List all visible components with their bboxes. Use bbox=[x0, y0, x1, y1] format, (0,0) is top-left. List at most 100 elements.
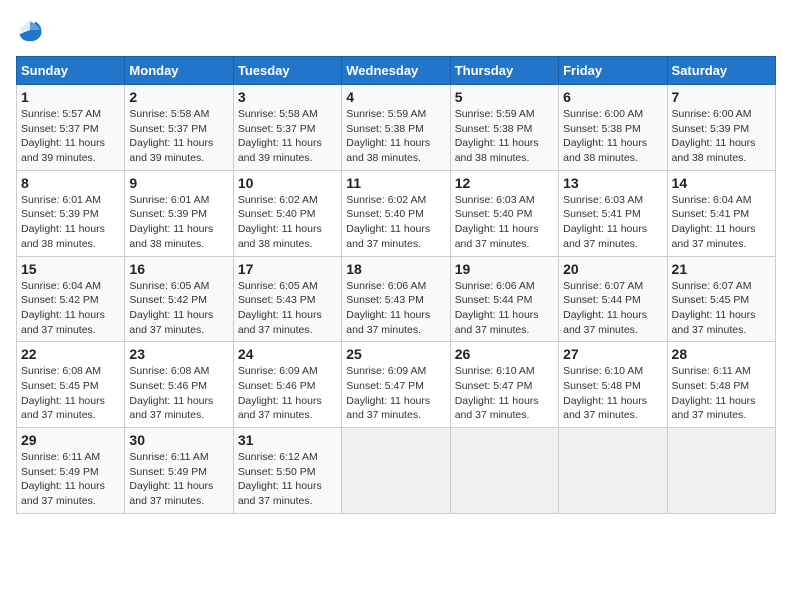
day-info: Sunrise: 6:11 AMSunset: 5:49 PMDaylight:… bbox=[21, 451, 105, 507]
day-info: Sunrise: 5:57 AMSunset: 5:37 PMDaylight:… bbox=[21, 108, 105, 164]
calendar-cell bbox=[342, 428, 450, 514]
calendar-cell: 20 Sunrise: 6:07 AMSunset: 5:44 PMDaylig… bbox=[559, 256, 667, 342]
day-number: 25 bbox=[346, 346, 445, 362]
calendar-cell: 27 Sunrise: 6:10 AMSunset: 5:48 PMDaylig… bbox=[559, 342, 667, 428]
calendar-week-1: 1 Sunrise: 5:57 AMSunset: 5:37 PMDayligh… bbox=[17, 85, 776, 171]
weekday-header-wednesday: Wednesday bbox=[342, 57, 450, 85]
day-number: 6 bbox=[563, 89, 662, 105]
calendar-cell bbox=[559, 428, 667, 514]
weekday-header-sunday: Sunday bbox=[17, 57, 125, 85]
weekday-header-saturday: Saturday bbox=[667, 57, 775, 85]
day-info: Sunrise: 6:00 AMSunset: 5:39 PMDaylight:… bbox=[672, 108, 756, 164]
day-info: Sunrise: 5:58 AMSunset: 5:37 PMDaylight:… bbox=[238, 108, 322, 164]
day-info: Sunrise: 6:07 AMSunset: 5:44 PMDaylight:… bbox=[563, 280, 647, 336]
day-info: Sunrise: 6:11 AMSunset: 5:49 PMDaylight:… bbox=[129, 451, 213, 507]
day-number: 21 bbox=[672, 261, 771, 277]
calendar-week-4: 22 Sunrise: 6:08 AMSunset: 5:45 PMDaylig… bbox=[17, 342, 776, 428]
calendar-cell: 7 Sunrise: 6:00 AMSunset: 5:39 PMDayligh… bbox=[667, 85, 775, 171]
day-number: 5 bbox=[455, 89, 554, 105]
calendar-cell: 9 Sunrise: 6:01 AMSunset: 5:39 PMDayligh… bbox=[125, 170, 233, 256]
day-info: Sunrise: 5:59 AMSunset: 5:38 PMDaylight:… bbox=[455, 108, 539, 164]
day-info: Sunrise: 6:09 AMSunset: 5:47 PMDaylight:… bbox=[346, 365, 430, 421]
weekday-header-monday: Monday bbox=[125, 57, 233, 85]
day-number: 14 bbox=[672, 175, 771, 191]
calendar-cell: 1 Sunrise: 5:57 AMSunset: 5:37 PMDayligh… bbox=[17, 85, 125, 171]
calendar-cell: 25 Sunrise: 6:09 AMSunset: 5:47 PMDaylig… bbox=[342, 342, 450, 428]
day-number: 1 bbox=[21, 89, 120, 105]
calendar-cell: 30 Sunrise: 6:11 AMSunset: 5:49 PMDaylig… bbox=[125, 428, 233, 514]
day-number: 26 bbox=[455, 346, 554, 362]
day-number: 24 bbox=[238, 346, 337, 362]
day-info: Sunrise: 6:12 AMSunset: 5:50 PMDaylight:… bbox=[238, 451, 322, 507]
day-info: Sunrise: 6:02 AMSunset: 5:40 PMDaylight:… bbox=[238, 194, 322, 250]
calendar-cell: 24 Sunrise: 6:09 AMSunset: 5:46 PMDaylig… bbox=[233, 342, 341, 428]
calendar-cell: 26 Sunrise: 6:10 AMSunset: 5:47 PMDaylig… bbox=[450, 342, 558, 428]
day-info: Sunrise: 6:05 AMSunset: 5:43 PMDaylight:… bbox=[238, 280, 322, 336]
day-number: 12 bbox=[455, 175, 554, 191]
weekday-row: SundayMondayTuesdayWednesdayThursdayFrid… bbox=[17, 57, 776, 85]
day-number: 29 bbox=[21, 432, 120, 448]
day-info: Sunrise: 6:11 AMSunset: 5:48 PMDaylight:… bbox=[672, 365, 756, 421]
calendar-cell: 8 Sunrise: 6:01 AMSunset: 5:39 PMDayligh… bbox=[17, 170, 125, 256]
calendar-cell: 31 Sunrise: 6:12 AMSunset: 5:50 PMDaylig… bbox=[233, 428, 341, 514]
calendar-cell: 18 Sunrise: 6:06 AMSunset: 5:43 PMDaylig… bbox=[342, 256, 450, 342]
day-info: Sunrise: 6:09 AMSunset: 5:46 PMDaylight:… bbox=[238, 365, 322, 421]
day-number: 10 bbox=[238, 175, 337, 191]
calendar-cell: 13 Sunrise: 6:03 AMSunset: 5:41 PMDaylig… bbox=[559, 170, 667, 256]
day-info: Sunrise: 6:06 AMSunset: 5:44 PMDaylight:… bbox=[455, 280, 539, 336]
day-number: 3 bbox=[238, 89, 337, 105]
calendar-cell: 22 Sunrise: 6:08 AMSunset: 5:45 PMDaylig… bbox=[17, 342, 125, 428]
calendar-week-5: 29 Sunrise: 6:11 AMSunset: 5:49 PMDaylig… bbox=[17, 428, 776, 514]
day-info: Sunrise: 6:10 AMSunset: 5:47 PMDaylight:… bbox=[455, 365, 539, 421]
day-info: Sunrise: 6:04 AMSunset: 5:41 PMDaylight:… bbox=[672, 194, 756, 250]
day-number: 30 bbox=[129, 432, 228, 448]
day-number: 11 bbox=[346, 175, 445, 191]
day-number: 18 bbox=[346, 261, 445, 277]
day-number: 23 bbox=[129, 346, 228, 362]
calendar-week-2: 8 Sunrise: 6:01 AMSunset: 5:39 PMDayligh… bbox=[17, 170, 776, 256]
day-number: 19 bbox=[455, 261, 554, 277]
calendar-cell: 16 Sunrise: 6:05 AMSunset: 5:42 PMDaylig… bbox=[125, 256, 233, 342]
day-number: 22 bbox=[21, 346, 120, 362]
day-info: Sunrise: 6:03 AMSunset: 5:40 PMDaylight:… bbox=[455, 194, 539, 250]
calendar-cell: 14 Sunrise: 6:04 AMSunset: 5:41 PMDaylig… bbox=[667, 170, 775, 256]
day-number: 2 bbox=[129, 89, 228, 105]
day-number: 31 bbox=[238, 432, 337, 448]
logo bbox=[16, 16, 48, 44]
calendar-cell: 28 Sunrise: 6:11 AMSunset: 5:48 PMDaylig… bbox=[667, 342, 775, 428]
calendar-body: 1 Sunrise: 5:57 AMSunset: 5:37 PMDayligh… bbox=[17, 85, 776, 514]
day-info: Sunrise: 6:01 AMSunset: 5:39 PMDaylight:… bbox=[129, 194, 213, 250]
day-number: 28 bbox=[672, 346, 771, 362]
day-info: Sunrise: 6:07 AMSunset: 5:45 PMDaylight:… bbox=[672, 280, 756, 336]
day-info: Sunrise: 6:01 AMSunset: 5:39 PMDaylight:… bbox=[21, 194, 105, 250]
calendar-cell: 15 Sunrise: 6:04 AMSunset: 5:42 PMDaylig… bbox=[17, 256, 125, 342]
day-number: 13 bbox=[563, 175, 662, 191]
calendar-table: SundayMondayTuesdayWednesdayThursdayFrid… bbox=[16, 56, 776, 514]
day-number: 16 bbox=[129, 261, 228, 277]
calendar-cell: 4 Sunrise: 5:59 AMSunset: 5:38 PMDayligh… bbox=[342, 85, 450, 171]
day-info: Sunrise: 6:10 AMSunset: 5:48 PMDaylight:… bbox=[563, 365, 647, 421]
calendar-cell: 23 Sunrise: 6:08 AMSunset: 5:46 PMDaylig… bbox=[125, 342, 233, 428]
calendar-cell: 6 Sunrise: 6:00 AMSunset: 5:38 PMDayligh… bbox=[559, 85, 667, 171]
day-number: 20 bbox=[563, 261, 662, 277]
day-info: Sunrise: 5:58 AMSunset: 5:37 PMDaylight:… bbox=[129, 108, 213, 164]
calendar-cell bbox=[667, 428, 775, 514]
calendar-cell: 19 Sunrise: 6:06 AMSunset: 5:44 PMDaylig… bbox=[450, 256, 558, 342]
calendar-cell: 12 Sunrise: 6:03 AMSunset: 5:40 PMDaylig… bbox=[450, 170, 558, 256]
day-info: Sunrise: 5:59 AMSunset: 5:38 PMDaylight:… bbox=[346, 108, 430, 164]
day-number: 17 bbox=[238, 261, 337, 277]
calendar-cell: 3 Sunrise: 5:58 AMSunset: 5:37 PMDayligh… bbox=[233, 85, 341, 171]
day-info: Sunrise: 6:00 AMSunset: 5:38 PMDaylight:… bbox=[563, 108, 647, 164]
day-number: 15 bbox=[21, 261, 120, 277]
day-number: 9 bbox=[129, 175, 228, 191]
calendar-week-3: 15 Sunrise: 6:04 AMSunset: 5:42 PMDaylig… bbox=[17, 256, 776, 342]
calendar-cell: 10 Sunrise: 6:02 AMSunset: 5:40 PMDaylig… bbox=[233, 170, 341, 256]
day-info: Sunrise: 6:02 AMSunset: 5:40 PMDaylight:… bbox=[346, 194, 430, 250]
weekday-header-tuesday: Tuesday bbox=[233, 57, 341, 85]
day-info: Sunrise: 6:08 AMSunset: 5:46 PMDaylight:… bbox=[129, 365, 213, 421]
day-info: Sunrise: 6:05 AMSunset: 5:42 PMDaylight:… bbox=[129, 280, 213, 336]
calendar-cell: 21 Sunrise: 6:07 AMSunset: 5:45 PMDaylig… bbox=[667, 256, 775, 342]
weekday-header-friday: Friday bbox=[559, 57, 667, 85]
logo-icon bbox=[16, 16, 44, 44]
calendar-header: SundayMondayTuesdayWednesdayThursdayFrid… bbox=[17, 57, 776, 85]
